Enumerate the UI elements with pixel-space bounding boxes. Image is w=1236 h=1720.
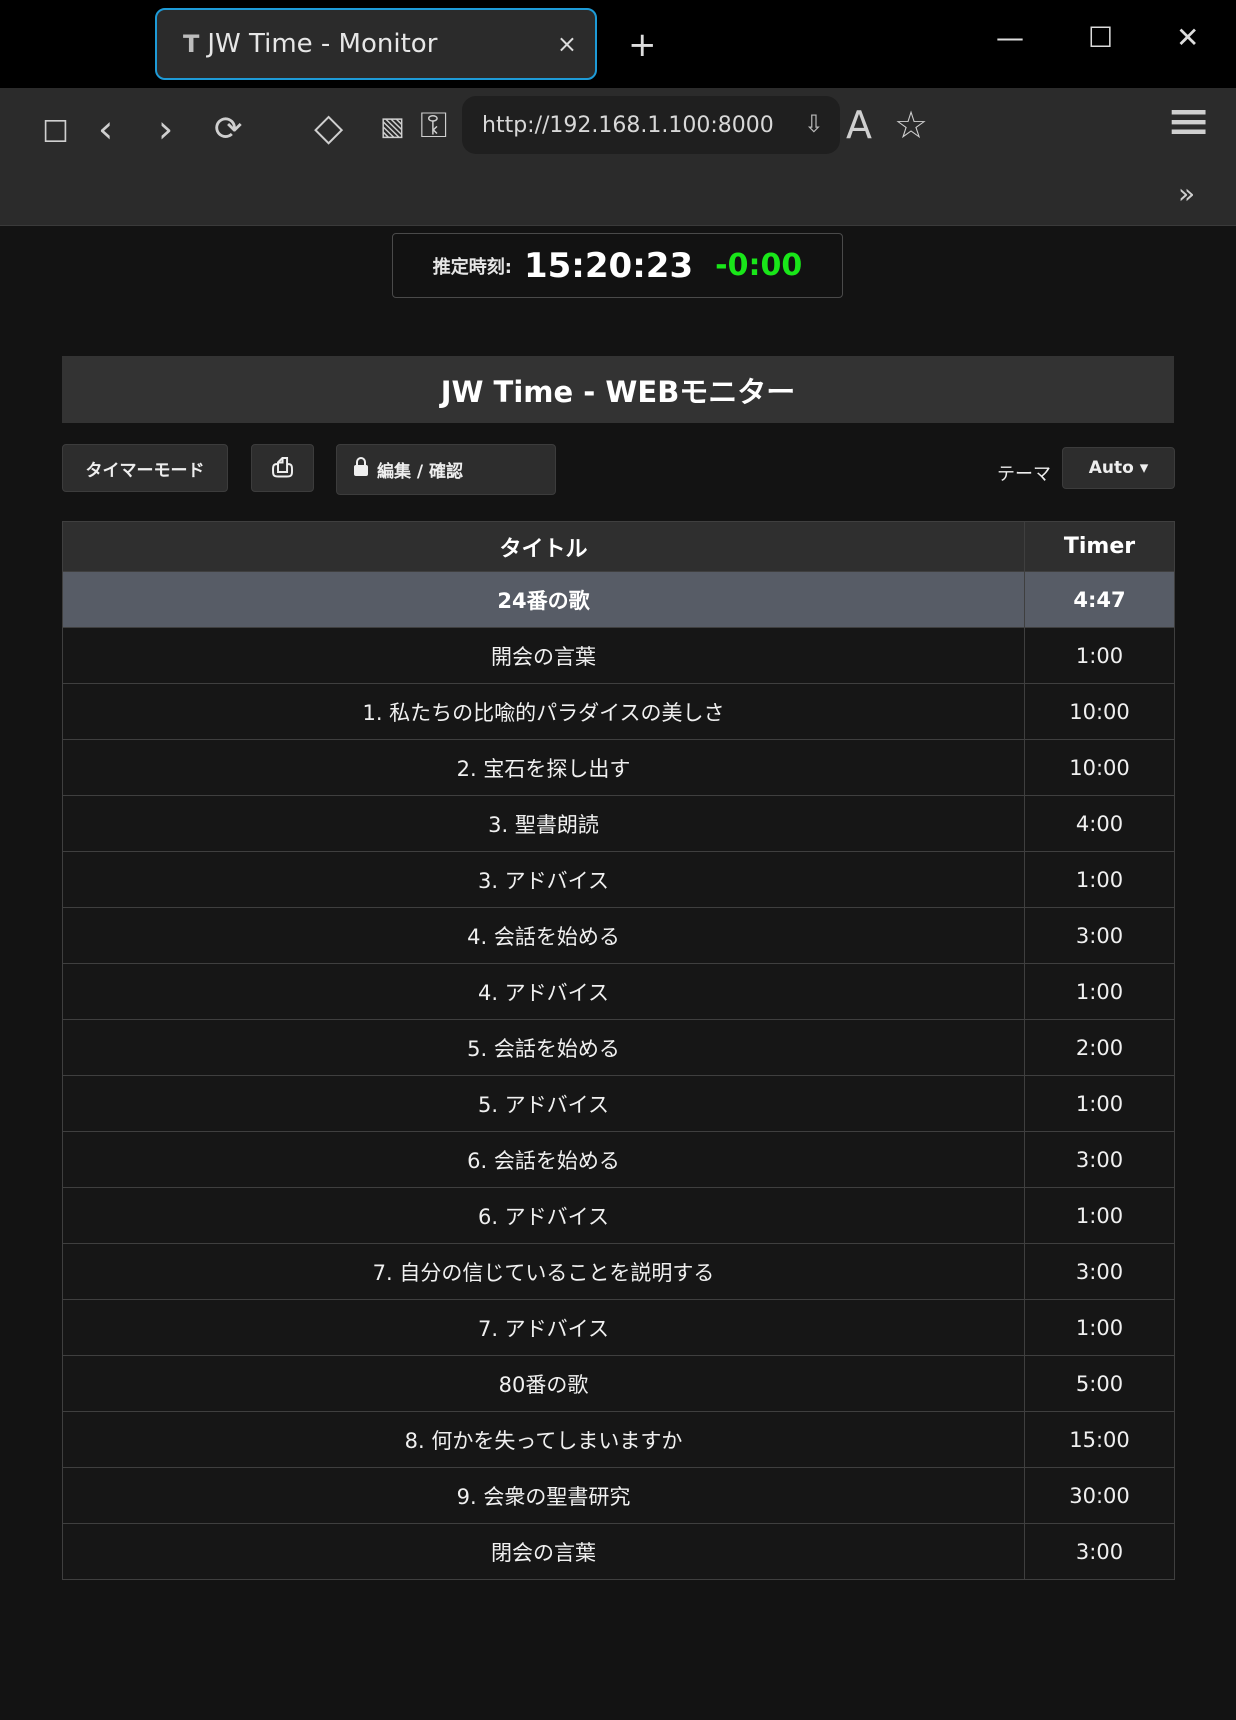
edit-confirm-label: 編集 / 確認 [377, 462, 464, 482]
row-timer: 4:47 [1024, 571, 1175, 628]
reload-icon[interactable]: ⟳ [214, 112, 243, 146]
edit-confirm-button[interactable]: 編集 / 確認 [336, 444, 556, 495]
row-timer: 4:00 [1024, 795, 1175, 852]
row-timer: 1:00 [1024, 963, 1175, 1020]
row-title: 1. 私たちの比喩的パラダイスの美しさ [62, 683, 1025, 740]
reader-mode-icon[interactable]: A [846, 106, 872, 144]
menu-icon[interactable]: ≡ [1166, 94, 1211, 148]
timer-column-header: Timer [1024, 521, 1175, 572]
maximize-icon[interactable]: ☐ [1088, 24, 1113, 52]
tab-close-icon[interactable]: × [557, 30, 577, 58]
estimated-time-value: 15:20:23 [523, 245, 694, 286]
table-row: 7. 自分の信じていることを説明する 3:00 [62, 1243, 1175, 1300]
tab-title: JW Time - Monitor [207, 29, 438, 59]
row-timer: 10:00 [1024, 739, 1175, 796]
table-row: 4. 会話を始める 3:00 [62, 907, 1175, 964]
table-row: 80番の歌 5:00 [62, 1355, 1175, 1412]
theme-label: テーマ [997, 464, 1051, 485]
row-title: 6. 会話を始める [62, 1131, 1025, 1188]
row-timer: 1:00 [1024, 1187, 1175, 1244]
row-title: 8. 何かを失ってしまいますか [62, 1411, 1025, 1468]
table-row: 9. 会衆の聖書研究 30:00 [62, 1467, 1175, 1524]
theme-select[interactable]: Auto ▾ [1062, 447, 1175, 489]
row-timer: 2:00 [1024, 1019, 1175, 1076]
row-title: 80番の歌 [62, 1355, 1025, 1412]
row-title: 3. 聖書朗読 [62, 795, 1025, 852]
estimated-time-label: 推定時刻: [432, 256, 512, 278]
table-row: 4. アドバイス 1:00 [62, 963, 1175, 1020]
print-button[interactable]: ⎙ [251, 444, 314, 492]
table-row: 5. 会話を始める 2:00 [62, 1019, 1175, 1076]
table-row: 8. 何かを失ってしまいますか 15:00 [62, 1411, 1175, 1468]
table-row: 7. アドバイス 1:00 [62, 1299, 1175, 1356]
row-title: 7. 自分の信じていることを説明する [62, 1243, 1025, 1300]
bookmark-star-icon[interactable]: ☆ [894, 106, 928, 144]
url-text[interactable]: http://192.168.1.100:8000 [482, 113, 774, 138]
extension-diamond-icon[interactable]: ◇ [314, 108, 343, 146]
table-row: 1. 私たちの比喩的パラダイスの美しさ 10:00 [62, 683, 1175, 740]
row-timer: 10:00 [1024, 683, 1175, 740]
row-timer: 3:00 [1024, 907, 1175, 964]
table-row: 5. アドバイス 1:00 [62, 1075, 1175, 1132]
print-icon: ⎙ [272, 452, 293, 483]
overflow-chevron-icon[interactable]: » [1178, 180, 1195, 208]
row-title: 6. アドバイス [62, 1187, 1025, 1244]
browser-tab[interactable]: T JW Time - Monitor × [155, 8, 597, 80]
download-icon[interactable]: ⇩ [804, 110, 824, 138]
table-row: 2. 宝石を探し出す 10:00 [62, 739, 1175, 796]
row-title: 24番の歌 [62, 571, 1025, 628]
row-title: 9. 会衆の聖書研究 [62, 1467, 1025, 1524]
timer-mode-button[interactable]: タイマーモード [62, 444, 228, 492]
sidebar-toggle-icon[interactable]: ☐ [42, 118, 69, 148]
new-tab-icon[interactable]: + [628, 28, 657, 62]
title-column-header: タイトル [62, 521, 1025, 572]
table-row: 3. 聖書朗読 4:00 [62, 795, 1175, 852]
row-title: 開会の言葉 [62, 627, 1025, 684]
table-row: 6. アドバイス 1:00 [62, 1187, 1175, 1244]
lock-icon [353, 457, 369, 482]
row-title: 閉会の言葉 [62, 1523, 1025, 1580]
row-title: 5. 会話を始める [62, 1019, 1025, 1076]
estimated-time-box: 推定時刻: 15:20:23 -0:00 [392, 233, 843, 298]
row-timer: 1:00 [1024, 627, 1175, 684]
row-title: 7. アドバイス [62, 1299, 1025, 1356]
table-row: 開会の言葉 1:00 [62, 627, 1175, 684]
address-bar[interactable]: http://192.168.1.100:8000 ⇩ [462, 96, 840, 154]
extension-pattern-icon[interactable]: ▧ [380, 114, 405, 140]
forward-icon[interactable]: › [158, 110, 173, 148]
table-row: 6. 会話を始める 3:00 [62, 1131, 1175, 1188]
row-title: 2. 宝石を探し出す [62, 739, 1025, 796]
row-timer: 1:00 [1024, 851, 1175, 908]
page-title: JW Time - WEBモニター [62, 356, 1174, 423]
row-timer: 15:00 [1024, 1411, 1175, 1468]
minimize-icon[interactable]: — [996, 24, 1024, 52]
row-timer: 3:00 [1024, 1523, 1175, 1580]
row-timer: 30:00 [1024, 1467, 1175, 1524]
row-timer: 3:00 [1024, 1131, 1175, 1188]
row-title: 5. アドバイス [62, 1075, 1025, 1132]
table-row: 24番の歌 4:47 [62, 571, 1175, 628]
row-timer: 3:00 [1024, 1243, 1175, 1300]
back-icon[interactable]: ‹ [98, 110, 113, 148]
tab-bar: T JW Time - Monitor × + — ☐ ✕ [0, 0, 1236, 88]
password-key-icon[interactable]: ⚿ [420, 108, 447, 144]
program-table: タイトル Timer 24番の歌 4:47 開会の言葉 1:00 1. 私たちの比喩的パ… [62, 521, 1175, 1580]
row-timer: 5:00 [1024, 1355, 1175, 1412]
row-timer: 1:00 [1024, 1299, 1175, 1356]
row-timer: 1:00 [1024, 1075, 1175, 1132]
time-difference: -0:00 [715, 248, 803, 283]
table-header-row: タイトル Timer [62, 521, 1175, 572]
row-title: 4. アドバイス [62, 963, 1025, 1020]
window-close-icon[interactable]: ✕ [1176, 24, 1199, 52]
browser-toolbar: ☐ ‹ › ⟳ ◇ ▧ ⚿ http://192.168.1.100:8000 … [0, 88, 1236, 226]
table-row: 閉会の言葉 3:00 [62, 1523, 1175, 1580]
row-title: 4. 会話を始める [62, 907, 1025, 964]
tab-favicon-icon: T [183, 30, 200, 58]
row-title: 3. アドバイス [62, 851, 1025, 908]
table-row: 3. アドバイス 1:00 [62, 851, 1175, 908]
